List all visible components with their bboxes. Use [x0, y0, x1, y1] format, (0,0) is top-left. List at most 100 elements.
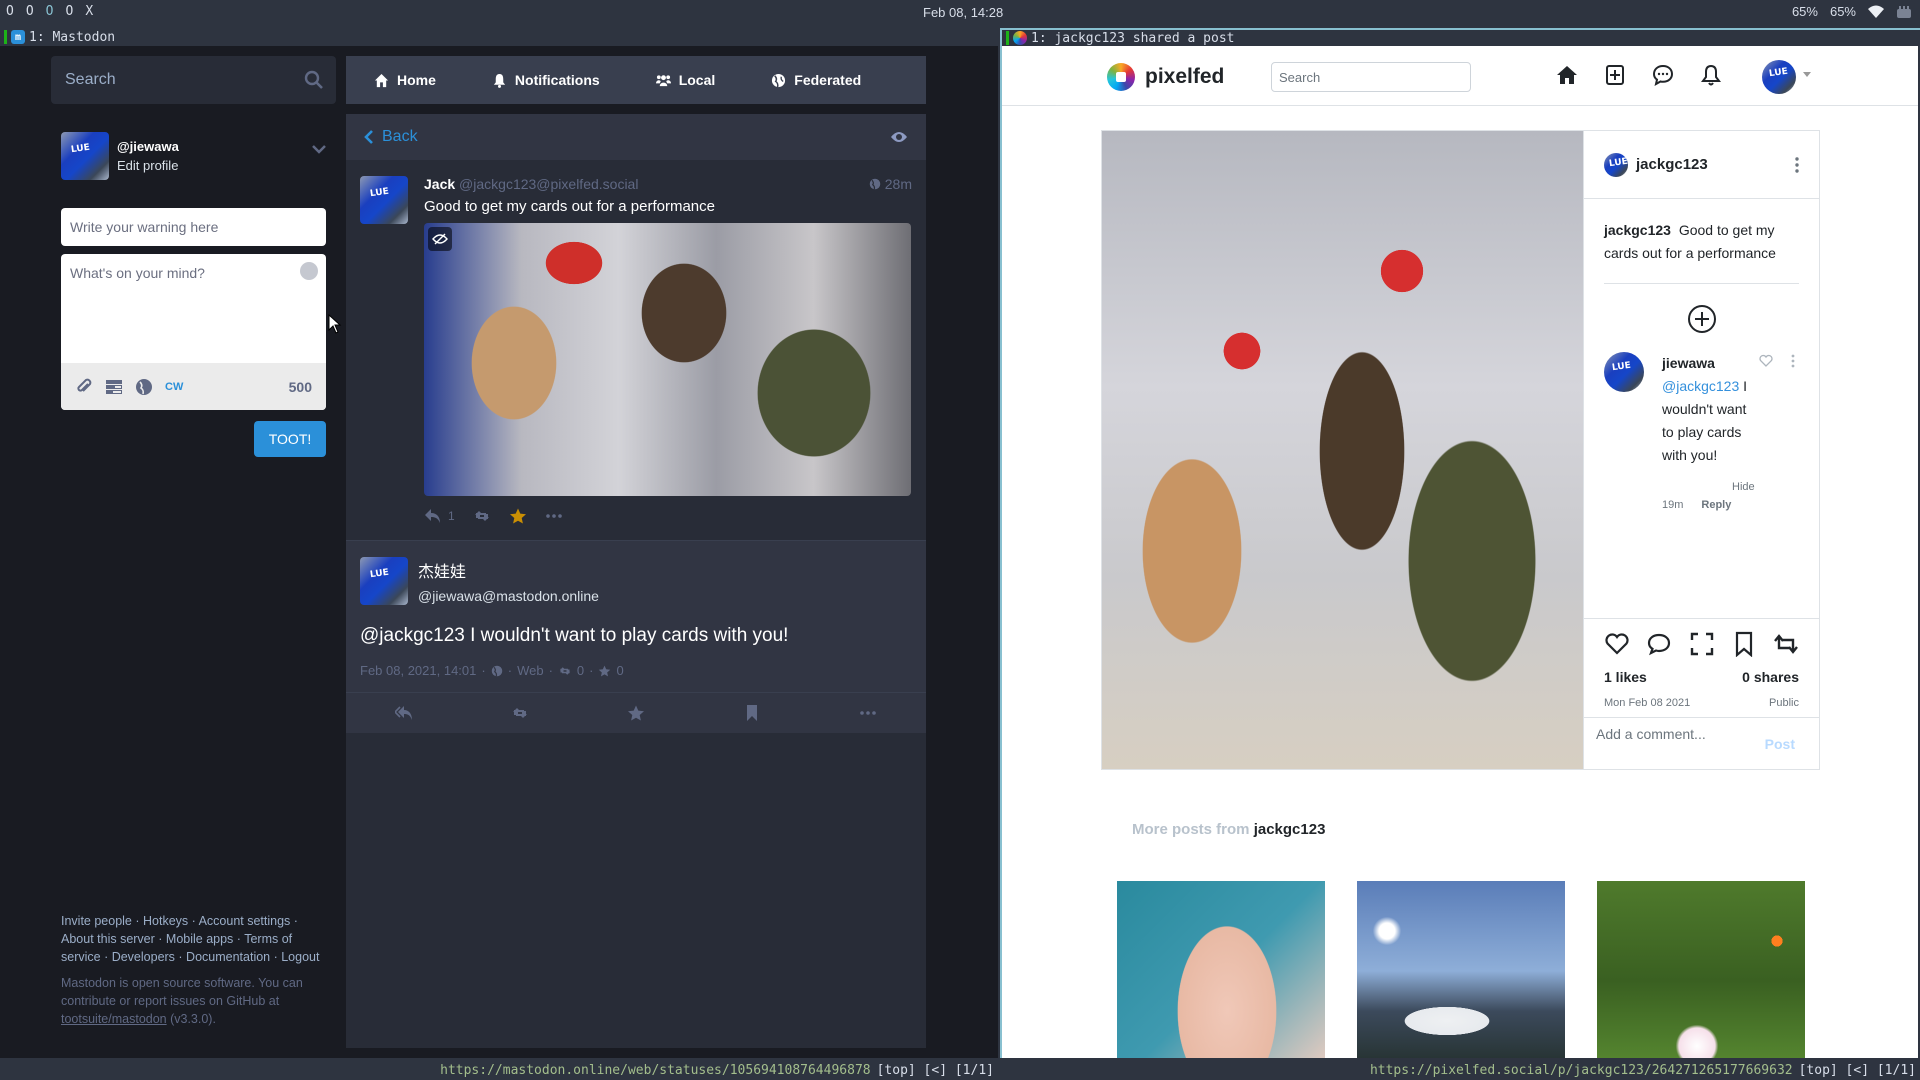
new-post-icon[interactable]	[1604, 64, 1626, 86]
footer-link-logout[interactable]: Logout	[281, 950, 319, 964]
more-icon[interactable]	[545, 508, 563, 524]
content-warning-toggle[interactable]: CW	[165, 381, 183, 393]
reply-button[interactable]: Reply	[1701, 499, 1731, 511]
commenter-username[interactable]: jiewawa	[1662, 352, 1757, 375]
workspace-1[interactable]: O	[6, 4, 14, 19]
favourite-count[interactable]: 0	[616, 663, 623, 678]
bookmark-icon[interactable]	[743, 705, 761, 721]
plus-circle-icon[interactable]	[1687, 304, 1717, 334]
like-heart-icon[interactable]	[1604, 631, 1630, 657]
profile-acct[interactable]: @jiewawa	[117, 139, 179, 154]
workspace-2[interactable]: O	[26, 4, 34, 19]
post-thumbnail[interactable]	[1357, 881, 1565, 1058]
tab-local[interactable]: Local	[655, 72, 715, 88]
emoji-picker-icon[interactable]	[300, 262, 318, 280]
search-input[interactable]: Search	[1271, 62, 1471, 92]
search-icon[interactable]	[304, 70, 324, 90]
username[interactable]: @jackgc123@pixelfed.social	[459, 176, 638, 192]
footer-link-mobile-apps[interactable]: Mobile apps	[166, 932, 233, 946]
footer-link-documentation[interactable]: Documentation	[186, 950, 270, 964]
comment-input[interactable]: Add a comment...	[1596, 726, 1706, 761]
tab-label: Notifications	[514, 72, 600, 88]
post-thumbnail[interactable]	[1597, 881, 1805, 1058]
pixelfed-status-line: https://pixelfed.social/p/jackgc123/2642…	[1000, 1060, 1920, 1080]
share-icon[interactable]	[1773, 631, 1799, 657]
footer-link-developers[interactable]: Developers	[112, 950, 175, 964]
boost-icon[interactable]	[473, 508, 491, 524]
eye-icon[interactable]	[890, 130, 908, 144]
scroll-indicator: [top] [<] [1/1]	[876, 1062, 994, 1078]
star-icon[interactable]	[627, 705, 645, 721]
pixelfed-logo[interactable]: pixelfed	[1107, 63, 1224, 91]
post-thumbnail[interactable]	[1117, 881, 1325, 1058]
tab-federated[interactable]: Federated	[771, 72, 861, 88]
load-more-comments[interactable]	[1584, 304, 1819, 334]
user-avatar-menu[interactable]	[1762, 60, 1796, 94]
workspace-5[interactable]: X	[85, 4, 93, 19]
toot-button[interactable]: TOOT!	[254, 421, 326, 457]
display-name[interactable]: Jack	[424, 176, 455, 192]
comment-mention[interactable]: @jackgc123	[1662, 378, 1739, 394]
post-comment-button[interactable]: Post	[1765, 736, 1795, 761]
chevron-down-icon[interactable]	[312, 144, 326, 154]
content-warning-input[interactable]: Write your warning here	[61, 208, 326, 246]
media-attachment[interactable]	[424, 223, 911, 496]
poll-icon[interactable]	[105, 378, 123, 396]
reply-all-icon[interactable]	[395, 705, 413, 721]
avatar[interactable]	[360, 176, 408, 224]
footer-links: Invite people · Hotkeys · Account settin…	[61, 912, 326, 1028]
comment-item: jiewawa @jackgc123 I wouldn't want to pl…	[1604, 352, 1799, 467]
footer-link-invite[interactable]: Invite people	[61, 914, 132, 928]
direct-messages-icon[interactable]	[1652, 64, 1674, 86]
workspace-4[interactable]: O	[65, 4, 73, 19]
edit-profile-link[interactable]: Edit profile	[117, 158, 179, 173]
more-posts-user[interactable]: jackgc123	[1254, 821, 1326, 838]
footer-link-about[interactable]: About this server	[61, 932, 155, 946]
share-count[interactable]: 0 shares	[1742, 669, 1799, 685]
boost-icon	[559, 666, 571, 675]
attachment-icon[interactable]	[75, 378, 93, 396]
display-name[interactable]: 杰娃娃	[418, 558, 599, 582]
star-icon[interactable]	[509, 508, 527, 524]
hide-comment-button[interactable]: Hide	[1732, 481, 1819, 493]
back-button[interactable]: Back	[382, 128, 418, 146]
reply-button[interactable]: 1	[424, 508, 455, 524]
avatar[interactable]	[61, 132, 109, 180]
search-field[interactable]: Search	[51, 56, 336, 104]
ancestor-status[interactable]: 28m Jack @jackgc123@pixelfed.social Good…	[346, 160, 926, 540]
home-icon[interactable]	[1556, 64, 1578, 86]
author-username[interactable]: jackgc123	[1636, 156, 1708, 173]
footer-link-hotkeys[interactable]: Hotkeys	[143, 914, 188, 928]
comment-icon[interactable]	[1646, 631, 1672, 657]
comment-more-icon[interactable]	[1791, 354, 1795, 368]
status-time[interactable]: 28m	[869, 176, 912, 192]
status-date[interactable]: Feb 08, 2021, 14:01	[360, 663, 476, 678]
caption-author[interactable]: jackgc123	[1604, 222, 1671, 238]
hide-media-icon[interactable]	[428, 227, 452, 251]
commenter-avatar[interactable]	[1604, 352, 1644, 392]
tab-home[interactable]: Home	[374, 72, 436, 88]
author-avatar[interactable]	[1604, 152, 1628, 177]
reblog-count[interactable]: 0	[577, 663, 584, 678]
compose-textarea[interactable]: What's on your mind? CW 500	[61, 254, 326, 410]
like-comment-heart-icon[interactable]	[1759, 354, 1773, 368]
footer-link-account-settings[interactable]: Account settings	[199, 914, 291, 928]
notifications-bell-icon[interactable]	[1700, 64, 1722, 86]
globe-icon[interactable]	[135, 378, 153, 396]
workspace-3[interactable]: O	[46, 4, 54, 19]
tab-notifications[interactable]: Notifications	[492, 72, 600, 88]
like-count[interactable]: 1 likes	[1604, 669, 1647, 685]
more-icon[interactable]	[859, 705, 877, 721]
boost-icon[interactable]	[511, 705, 529, 721]
more-vertical-icon[interactable]	[1795, 156, 1799, 173]
reply-icon	[425, 509, 440, 523]
caret-down-icon[interactable]	[1803, 72, 1811, 77]
avatar[interactable]	[360, 557, 408, 605]
repo-link[interactable]: tootsuite/mastodon	[61, 1012, 167, 1026]
chevron-left-icon[interactable]	[364, 130, 374, 144]
post-photo[interactable]	[1102, 131, 1583, 769]
username[interactable]: @jiewawa@mastodon.online	[418, 588, 599, 604]
bookmark-icon[interactable]	[1731, 631, 1757, 657]
comment-meta: Hide 19m Reply	[1662, 467, 1819, 511]
fullscreen-icon[interactable]	[1689, 631, 1715, 657]
